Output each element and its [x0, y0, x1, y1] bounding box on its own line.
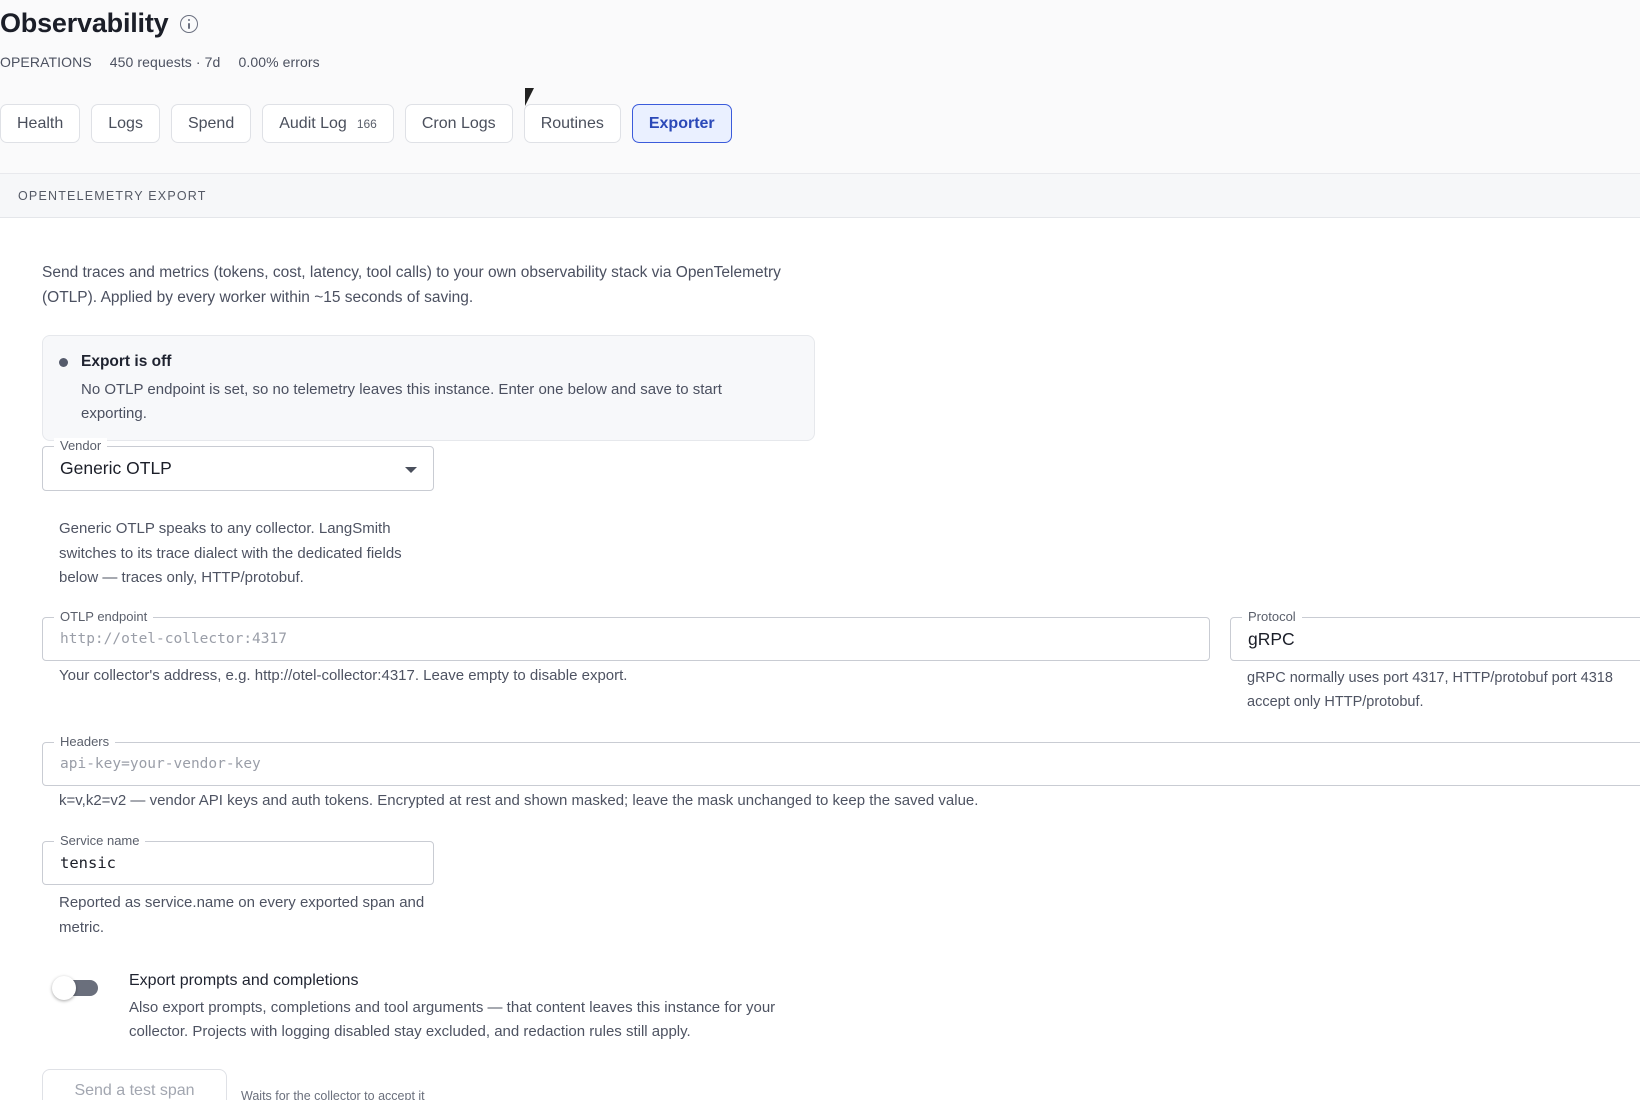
tab-cron-logs[interactable]: Cron Logs — [404, 104, 513, 143]
tab-label: Exporter — [648, 114, 715, 132]
headers-input[interactable] — [60, 743, 1640, 785]
export-prompts-description: Also export prompts, completions and too… — [129, 999, 776, 1040]
endpoint-helper: Your collector's address, e.g. http://ot… — [59, 667, 628, 684]
meta-operations: OPERATIONS — [0, 54, 92, 70]
tab-label: Health — [17, 114, 64, 132]
tab-label: Cron Logs — [421, 114, 496, 132]
vendor-helper: Generic OTLP speaks to any collector. La… — [59, 520, 402, 586]
protocol-select[interactable]: Protocol gRPC — [1230, 609, 1640, 661]
service-name-helper: Reported as service.name on every export… — [59, 894, 425, 936]
tab-label: Spend — [187, 114, 235, 132]
service-name-field: Service name tensic — [42, 833, 434, 885]
headers-helper: k=v,k2=v2 — vendor API keys and auth tok… — [59, 792, 979, 809]
protocol-value: gRPC — [1248, 628, 1295, 649]
page-meta: OPERATIONS 450 requests · 7d 0.00% error… — [0, 54, 320, 70]
service-name-input[interactable]: tensic — [60, 842, 116, 884]
tab-count-badge: 166 — [356, 116, 377, 131]
vendor-value: Generic OTLP — [60, 458, 172, 478]
section-label: OPENTELEMETRY EXPORT — [18, 189, 207, 203]
tab-routines[interactable]: Routines — [523, 104, 621, 143]
status-title: Export is off — [81, 353, 172, 370]
tab-spend[interactable]: Spend — [170, 104, 252, 143]
export-prompts-title: Export prompts and completions — [129, 972, 359, 989]
export-status-card: Export is off No OTLP endpoint is set, s… — [42, 335, 815, 441]
tab-health[interactable]: Health — [0, 104, 81, 143]
tab-label: Routines — [540, 114, 604, 132]
section-header: OPENTELEMETRY EXPORT — [0, 173, 1640, 218]
meta-requests: 450 requests · 7d — [109, 54, 221, 70]
tab-logs[interactable]: Logs — [91, 104, 160, 143]
info-icon[interactable] — [180, 14, 199, 33]
tab-audit-log[interactable]: Audit Log 166 — [262, 104, 394, 143]
tab-label: Logs — [108, 114, 143, 132]
page-title: Observability — [0, 8, 169, 38]
protocol-helper: gRPC normally uses port 4317, HTTP/proto… — [1247, 670, 1613, 710]
status-dot-icon — [59, 358, 68, 367]
status-body: No OTLP endpoint is set, so no telemetry… — [81, 381, 722, 422]
otlp-endpoint-input[interactable] — [60, 618, 1192, 660]
test-span-hint: Waits for the collector to accept it — [241, 1089, 425, 1100]
export-prompts-toggle[interactable] — [52, 976, 100, 1000]
tab-label: Audit Log — [279, 114, 347, 132]
section-description: Send traces and metrics (tokens, cost, l… — [42, 264, 781, 306]
meta-errors: 0.00% errors — [238, 54, 320, 70]
otlp-endpoint-field: OTLP endpoint — [42, 609, 1210, 661]
exporter-panel: Send traces and metrics (tokens, cost, l… — [0, 218, 1640, 1100]
tab-bar: Health Logs Spend Audit Log 166 Cron Logs… — [0, 104, 732, 143]
page-header: Observability — [0, 8, 199, 39]
headers-field: Headers — [42, 734, 1640, 786]
toggle-knob — [52, 976, 76, 1000]
vendor-select[interactable]: Vendor Generic OTLP — [42, 438, 434, 491]
tab-exporter[interactable]: Exporter — [631, 104, 732, 143]
chevron-down-icon — [405, 467, 417, 473]
send-test-span-button[interactable]: Send a test span — [42, 1069, 227, 1100]
